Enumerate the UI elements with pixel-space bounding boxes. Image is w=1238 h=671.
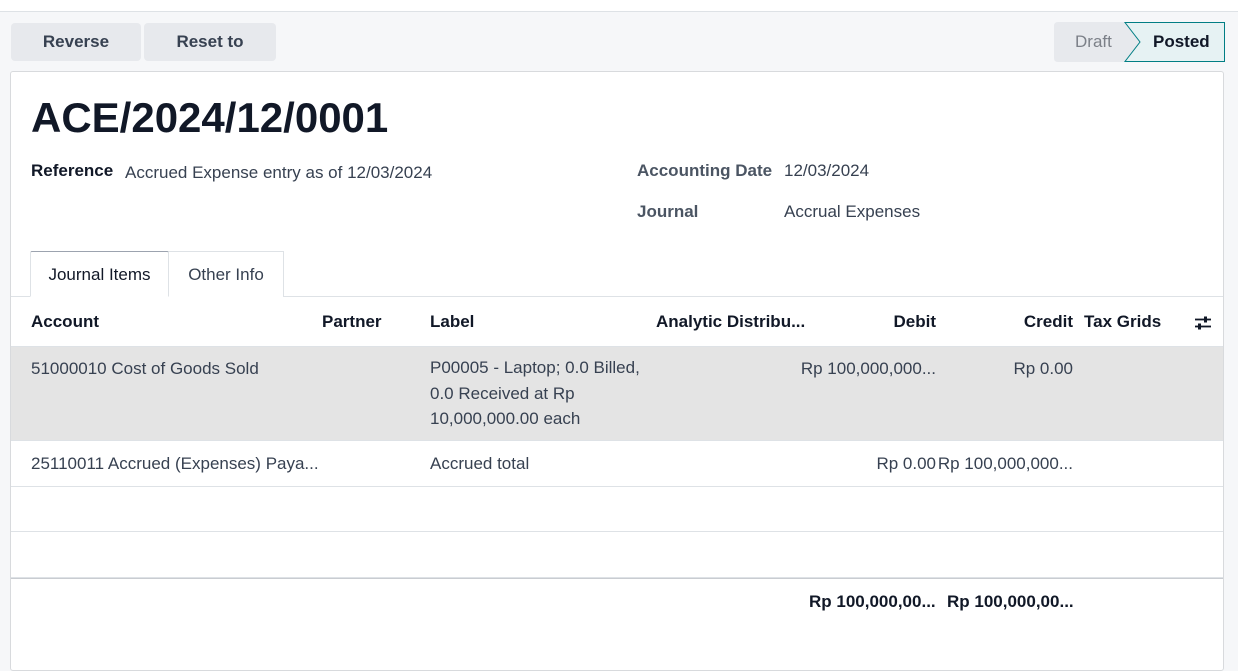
empty-row[interactable] bbox=[11, 532, 1223, 578]
row-debit: Rp 0.00 bbox=[876, 454, 936, 473]
empty-row[interactable] bbox=[11, 487, 1223, 532]
total-credit: Rp 100,000,00... bbox=[947, 592, 1074, 611]
status-draft[interactable]: Draft bbox=[1075, 22, 1112, 62]
top-divider bbox=[0, 11, 1238, 12]
table-header: Account Partner Label Analytic Distribu.… bbox=[11, 298, 1223, 347]
form-sheet: ACE/2024/12/0001 Reference Accrued Expen… bbox=[10, 71, 1224, 671]
totals-divider bbox=[11, 578, 1223, 579]
row-account: 51000010 Cost of Goods Sold bbox=[31, 359, 259, 378]
reference-value[interactable]: Accrued Expense entry as of 12/03/2024 bbox=[125, 163, 432, 183]
column-header-label[interactable]: Label bbox=[430, 298, 474, 346]
row-label: Accrued total bbox=[430, 454, 530, 473]
journal-value[interactable]: Accrual Expenses bbox=[784, 202, 920, 222]
row-label: P00005 - Laptop; 0.0 Billed, 0.0 Receive… bbox=[430, 358, 640, 428]
tab-journal-items[interactable]: Journal Items bbox=[30, 251, 169, 297]
journal-label: Journal bbox=[637, 202, 699, 221]
tabs: Journal Items Other Info bbox=[11, 251, 1223, 297]
accounting-date-label: Accounting Date bbox=[637, 161, 773, 180]
column-header-account[interactable]: Account bbox=[31, 298, 99, 346]
column-header-analytic-distribution[interactable]: Analytic Distribu... bbox=[656, 298, 805, 346]
accounting-date-value[interactable]: 12/03/2024 bbox=[784, 161, 869, 181]
row-credit: Rp 100,000,000... bbox=[937, 454, 1073, 473]
reference-label: Reference bbox=[31, 161, 114, 180]
tab-other-info[interactable]: Other Info bbox=[168, 251, 284, 297]
row-debit: Rp 100,000,000... bbox=[800, 359, 936, 378]
column-header-debit[interactable]: Debit bbox=[831, 298, 937, 346]
table-row[interactable]: 25110011 Accrued (Expenses) Paya... Accr… bbox=[11, 441, 1223, 487]
total-debit: Rp 100,000,00... bbox=[809, 592, 936, 611]
reverse-entry-button[interactable]: Reverse Entry bbox=[11, 23, 141, 89]
table-row[interactable]: 51000010 Cost of Goods Sold P00005 - Lap… bbox=[11, 347, 1223, 441]
column-header-partner[interactable]: Partner bbox=[322, 298, 382, 346]
page-title: ACE/2024/12/0001 bbox=[31, 94, 389, 141]
status-posted[interactable]: Posted bbox=[1153, 22, 1210, 62]
row-credit: Rp 0.00 bbox=[1013, 359, 1073, 378]
row-account: 25110011 Accrued (Expenses) Paya... bbox=[31, 454, 319, 473]
sliders-icon[interactable] bbox=[1194, 314, 1212, 332]
status-bar: Draft Posted bbox=[1054, 22, 1225, 62]
reset-to-draft-button[interactable]: Reset to Draft bbox=[144, 23, 276, 89]
column-header-credit[interactable]: Credit bbox=[971, 298, 1073, 346]
column-header-tax-grids[interactable]: Tax Grids bbox=[1084, 298, 1161, 346]
top-bar bbox=[0, 0, 1238, 11]
